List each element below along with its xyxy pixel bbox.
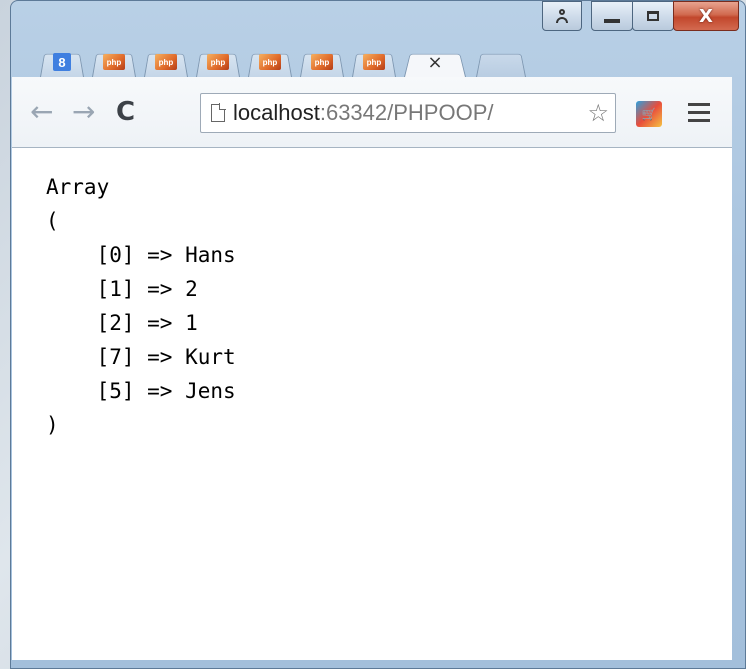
tab-php-6[interactable]: php [352,47,396,77]
php-icon: php [311,54,333,70]
output-line: ( [46,209,59,233]
reload-icon[interactable]: C [116,97,135,127]
output-line: [2] => 1 [46,311,198,335]
php-icon: php [103,54,125,70]
url-path: :63342/PHPOOP/ [319,100,494,125]
new-tab-button[interactable] [476,47,526,77]
url-host: localhost [233,100,320,125]
php-icon: php [259,54,281,70]
user-profile-button[interactable] [542,1,582,31]
output-line: ) [46,413,59,437]
output-line: [7] => Kurt [46,345,236,369]
minimize-button[interactable] [591,1,633,31]
user-icon [555,9,569,23]
google-icon: 8 [53,53,71,71]
maximize-button[interactable] [632,1,674,31]
close-icon: X [699,5,713,27]
tab-php-4[interactable]: php [248,47,292,77]
hamburger-menu-icon[interactable] [688,103,710,127]
address-bar[interactable]: localhost:63342/PHPOOP/ ☆ [200,93,616,133]
bookmark-star-icon[interactable]: ☆ [587,99,609,127]
tab-php-5[interactable]: php [300,47,344,77]
php-icon: php [363,54,385,70]
window-caption-buttons: X [542,1,739,31]
extension-cart-icon[interactable]: 🛒 [636,101,662,127]
maximize-icon [647,11,659,21]
output-line: [1] => 2 [46,277,198,301]
output-line: [5] => Jens [46,379,236,403]
php-icon: php [207,54,229,70]
tab-strip: 8 php php php php php php × [40,43,534,77]
minimize-icon [604,19,620,23]
url-text[interactable]: localhost:63342/PHPOOP/ [233,100,587,126]
back-arrow-icon[interactable]: ← [30,97,53,127]
output-line: [0] => Hans [46,243,236,267]
page-content: Array ( [0] => Hans [1] => 2 [2] => 1 [7]… [12,148,732,660]
output-line: Array [46,175,110,199]
page-icon [211,103,226,122]
forward-arrow-icon[interactable]: → [72,97,95,127]
tab-php-3[interactable]: php [196,47,240,77]
tab-active[interactable]: × [404,47,466,77]
tab-php-1[interactable]: php [92,47,136,77]
tab-php-2[interactable]: php [144,47,188,77]
tab-close-icon[interactable]: × [427,52,442,73]
tab-google[interactable]: 8 [40,47,84,77]
close-window-button[interactable]: X [673,1,739,31]
print-r-output: Array ( [0] => Hans [1] => 2 [2] => 1 [7]… [12,148,732,442]
browser-toolbar: ← → C localhost:63342/PHPOOP/ ☆ 🛒 [12,77,732,148]
php-icon: php [155,54,177,70]
